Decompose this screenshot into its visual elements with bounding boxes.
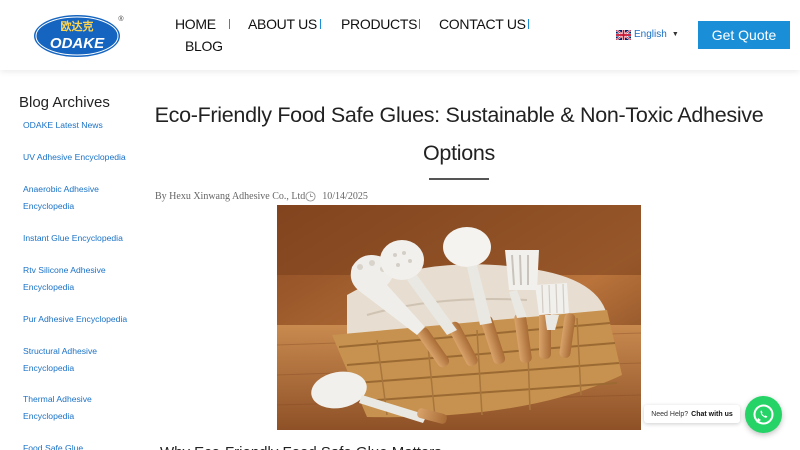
article-main: Eco-Friendly Food Safe Glues: Sustainabl…	[140, 70, 800, 450]
title-divider	[429, 178, 489, 180]
main-nav: HOME ABOUT US PRODUCTS CONTACT US BLOG	[160, 0, 540, 70]
nav-blog[interactable]: BLOG	[185, 38, 223, 54]
whatsapp-icon	[753, 404, 774, 425]
chat-help-bubble[interactable]: Need Help? Chat with us	[644, 405, 740, 423]
sidebar-item-food-safe-glue[interactable]: Food Safe Glue	[23, 440, 133, 450]
caret-down-icon: ▼	[671, 31, 679, 38]
nav-home[interactable]: HOME	[175, 16, 216, 32]
hero-image-kitchen-utensils	[277, 205, 641, 430]
nav-divider	[528, 19, 529, 29]
article-title: Eco-Friendly Food Safe Glues: Sustainabl…	[154, 103, 764, 165]
sidebar-title: Blog Archives	[19, 94, 110, 111]
site-header: 欧达克 ODAKE ® HOME ABOUT US PRODUCTS CONTA…	[0, 0, 800, 70]
article-author: By Hexu Xinwang Adhesive Co., Ltd	[155, 191, 306, 202]
sidebar-item-thermal-adhesive[interactable]: Thermal Adhesive Encyclopedia	[23, 391, 108, 425]
odake-logo-graphic: 欧达克 ODAKE ®	[34, 15, 124, 57]
language-selector[interactable]: English ▼	[616, 29, 679, 40]
logo-brand-text: ODAKE	[50, 35, 105, 52]
nav-divider	[419, 19, 420, 29]
nav-divider	[320, 19, 321, 29]
nav-contact-us[interactable]: CONTACT US	[439, 16, 526, 32]
whatsapp-chat-button[interactable]	[745, 396, 782, 433]
sidebar-item-pur-adhesive[interactable]: Pur Adhesive Encyclopedia	[23, 311, 133, 328]
sidebar-item-rtv-silicone[interactable]: Rtv Silicone Adhesive Encyclopedia	[23, 262, 118, 296]
sidebar-item-instant-glue[interactable]: Instant Glue Encyclopedia	[23, 230, 133, 247]
registered-mark: ®	[118, 15, 124, 23]
sidebar-item-anaerobic-adhesive[interactable]: Anaerobic Adhesive Encyclopedia	[23, 181, 113, 215]
sidebar-item-uv-adhesive[interactable]: UV Adhesive Encyclopedia	[23, 149, 133, 166]
language-label: English	[634, 29, 667, 40]
sidebar-item-odake-latest-news[interactable]: ODAKE Latest News	[23, 117, 133, 134]
article-meta: By Hexu Xinwang Adhesive Co., Ltd 10/14/…	[155, 191, 368, 202]
article-date: 10/14/2025	[322, 191, 368, 202]
get-quote-button[interactable]: Get Quote	[698, 21, 790, 49]
logo-chinese-text: 欧达克	[61, 19, 94, 33]
odake-logo[interactable]: 欧达克 ODAKE ®	[33, 12, 125, 58]
sidebar-item-structural-adhesive[interactable]: Structural Adhesive Encyclopedia	[23, 343, 113, 377]
clock-icon	[305, 191, 316, 202]
nav-divider	[229, 19, 230, 29]
chat-help-prefix: Need Help?	[651, 410, 689, 418]
uk-flag-icon	[616, 29, 631, 40]
nav-products[interactable]: PRODUCTS	[341, 16, 417, 32]
nav-about-us[interactable]: ABOUT US	[248, 16, 317, 32]
utensils-illustration	[277, 205, 641, 430]
blog-archives-sidebar: Blog Archives ODAKE Latest News UV Adhes…	[0, 70, 140, 450]
section-heading: Why Eco-Friendly Food Safe Glue Matters	[160, 444, 442, 450]
chat-help-emphasis: Chat with us	[691, 410, 733, 418]
